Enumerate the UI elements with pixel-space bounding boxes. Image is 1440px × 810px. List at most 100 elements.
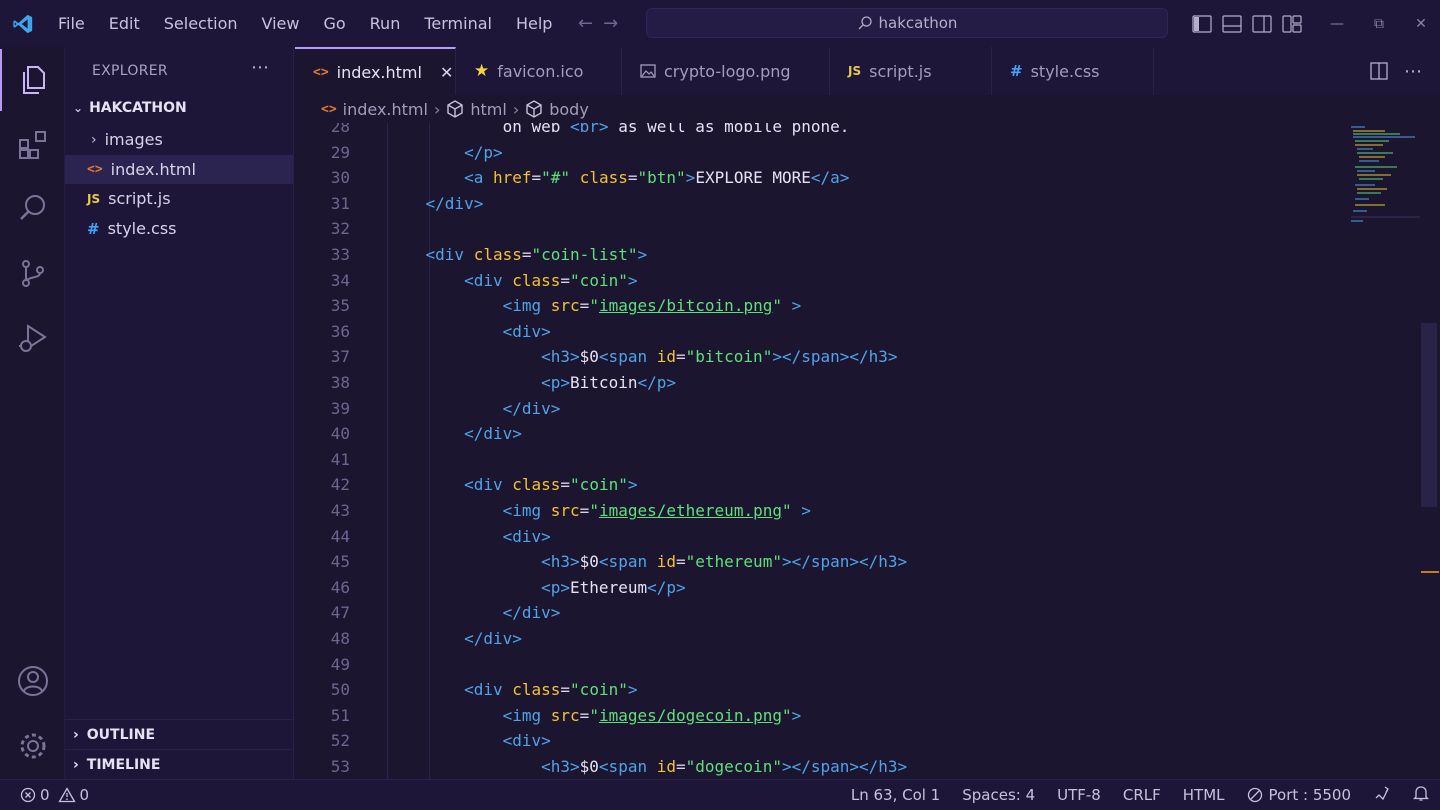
more-actions-icon[interactable]: ⋯	[251, 57, 269, 78]
menu-go[interactable]: Go	[311, 0, 357, 47]
code-line[interactable]: 46 <p>Ethereum</p>	[295, 575, 1415, 601]
code-line[interactable]: 32	[295, 216, 1415, 242]
code-line[interactable]: 36 <div>	[295, 319, 1415, 345]
tab-label: favicon.ico	[497, 61, 584, 81]
toggle-secondary-sidebar-icon[interactable]	[1252, 14, 1272, 33]
code-token: src	[550, 705, 580, 725]
menu-edit[interactable]: Edit	[97, 0, 152, 47]
breadcrumb-body[interactable]: body	[549, 100, 589, 119]
tab-script-js[interactable]: JS script.js	[830, 47, 992, 95]
code-line[interactable]: 47 </div>	[295, 600, 1415, 626]
code-token: Ethereum	[570, 577, 648, 597]
close-window-icon[interactable]: ✕	[1400, 16, 1440, 32]
extensions-icon[interactable]	[0, 114, 65, 176]
code-line[interactable]: 41	[295, 447, 1415, 473]
toggle-panel-icon[interactable]	[1222, 14, 1242, 33]
tree-item-images[interactable]: › images	[65, 125, 293, 154]
code-line[interactable]: 52 <div>	[295, 728, 1415, 754]
code-line[interactable]: 43 <img src="images/ethereum.png" >	[295, 498, 1415, 524]
code-line[interactable]: 42 <div class="coin">	[295, 472, 1415, 498]
code-line[interactable]: 38 <p>Bitcoin</p>	[295, 370, 1415, 396]
outline-section[interactable]: › OUTLINE	[65, 719, 294, 749]
workspace-folder[interactable]: ⌄ HAKCATHON	[65, 95, 294, 121]
toggle-primary-sidebar-icon[interactable]	[1192, 14, 1212, 33]
cursor-position[interactable]: Ln 63, Col 1	[840, 786, 951, 804]
menu-terminal[interactable]: Terminal	[412, 0, 504, 47]
notifications-bell-icon[interactable]	[1402, 784, 1440, 806]
command-center-search[interactable]: hakcathon	[646, 8, 1168, 38]
menu-selection[interactable]: Selection	[152, 0, 250, 47]
code-line[interactable]: 37 <h3>$0<span id="bitcoin"></span></h3>	[295, 344, 1415, 370]
forward-arrow-icon[interactable]: →	[603, 13, 618, 34]
line-number: 33	[330, 245, 350, 264]
back-arrow-icon[interactable]: ←	[578, 13, 593, 34]
code-text: <img src="images/dogecoin.png">	[387, 703, 802, 729]
source-control-icon[interactable]	[0, 242, 65, 304]
code-line[interactable]: 33 <div class="coin-list">	[295, 242, 1415, 268]
code-editor[interactable]: 28 on web <br> as well as mobile phone. 2…	[295, 123, 1440, 779]
code-line[interactable]: 53 <h3>$0<span id="dogecoin"></span></h3…	[295, 754, 1415, 779]
indentation[interactable]: Spaces: 4	[951, 786, 1046, 804]
feedback-icon[interactable]	[1362, 784, 1402, 806]
live-server-port[interactable]: Port : 5500	[1236, 786, 1363, 804]
breadcrumb-file[interactable]: index.html	[343, 100, 428, 119]
split-editor-icon[interactable]	[1370, 62, 1388, 80]
code-text: <img src="images/bitcoin.png" >	[387, 293, 802, 319]
code-token: >	[627, 680, 638, 700]
code-line[interactable]: 28 on web <br> as well as mobile phone.	[295, 123, 1415, 140]
language-mode[interactable]: HTML	[1172, 786, 1236, 804]
code-line[interactable]: 44 <div>	[295, 524, 1415, 550]
run-and-debug-icon[interactable]	[0, 307, 65, 369]
menu-file[interactable]: File	[46, 0, 97, 47]
minimize-icon[interactable]: —	[1316, 16, 1358, 32]
code-line[interactable]: 29 </p>	[295, 140, 1415, 166]
code-line[interactable]: 31 </div>	[295, 191, 1415, 217]
breadcrumb-html[interactable]: html	[470, 100, 506, 119]
problems-indicator[interactable]: 0 0	[20, 786, 89, 804]
accounts-icon[interactable]	[0, 650, 65, 712]
line-number: 36	[330, 321, 350, 341]
code-line[interactable]: 51 <img src="images/dogecoin.png">	[295, 703, 1415, 729]
code-text: </div>	[387, 600, 561, 626]
search-icon[interactable]	[0, 177, 65, 239]
end-of-line[interactable]: CRLF	[1112, 786, 1172, 804]
code-token: =	[675, 757, 686, 776]
code-token: <div>	[502, 731, 551, 751]
code-line[interactable]: 34 <div class="coin">	[295, 268, 1415, 294]
tab-crypto-logo-png[interactable]: crypto-logo.png	[622, 47, 830, 95]
code-line[interactable]: 49	[295, 652, 1415, 678]
code-line[interactable]: 30 <a href="#" class="btn">EXPLORE MORE<…	[295, 165, 1415, 191]
tree-item-style-css[interactable]: # style.css	[65, 214, 293, 243]
menu-view[interactable]: View	[250, 0, 312, 47]
scrollbar-thumb[interactable]	[1421, 323, 1437, 507]
code-token: <div>	[502, 526, 551, 546]
code-line[interactable]: 39 </div>	[295, 396, 1415, 422]
close-icon[interactable]: ✕	[440, 63, 453, 82]
more-actions-icon[interactable]: ⋯	[1404, 61, 1422, 82]
explorer-icon[interactable]	[0, 49, 65, 111]
tab-style-css[interactable]: # style.css	[992, 47, 1154, 95]
explorer-sidebar: EXPLORER ⋯ ⌄ HAKCATHON › images <> index…	[65, 47, 294, 779]
code-line[interactable]: 35 <img src="images/bitcoin.png" >	[295, 293, 1415, 319]
tree-item-index-html[interactable]: <> index.html	[65, 155, 293, 184]
encoding[interactable]: UTF-8	[1046, 786, 1112, 804]
workspace-name: hakcathon	[878, 14, 958, 32]
restore-icon[interactable]: ⧉	[1358, 16, 1400, 32]
menu-help[interactable]: Help	[504, 0, 564, 47]
tab-index-html[interactable]: <> index.html ✕	[295, 47, 456, 95]
code-line[interactable]: 50 <div class="coin">	[295, 677, 1415, 703]
code-token: id	[656, 347, 676, 367]
code-line[interactable]: 45 <h3>$0<span id="ethereum"></span></h3…	[295, 549, 1415, 575]
settings-gear-icon[interactable]	[0, 715, 65, 777]
star-icon: ★	[474, 61, 490, 81]
code-token: class	[579, 168, 628, 188]
code-token: <span	[598, 552, 657, 572]
code-line[interactable]: 48 </div>	[295, 626, 1415, 652]
timeline-section[interactable]: › TIMELINE	[65, 749, 294, 779]
code-line[interactable]: 40 </div>	[295, 421, 1415, 447]
tab-favicon-ico[interactable]: ★ favicon.ico	[456, 47, 622, 95]
tree-item-script-js[interactable]: JS script.js	[65, 184, 293, 213]
customize-layout-icon[interactable]	[1282, 14, 1302, 33]
menu-run[interactable]: Run	[358, 0, 413, 47]
